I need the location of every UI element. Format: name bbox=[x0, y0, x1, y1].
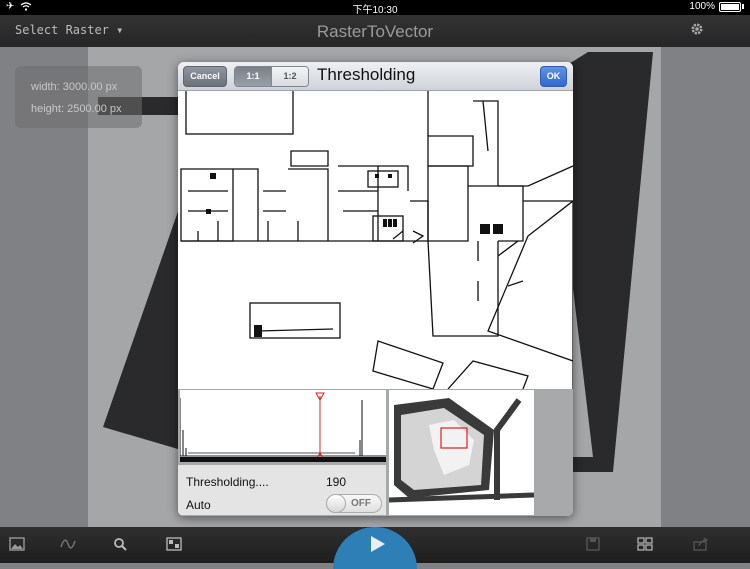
wave-icon[interactable] bbox=[60, 537, 76, 551]
raster-width: width: 3000.00 px bbox=[31, 81, 118, 93]
floorplan-preview[interactable] bbox=[178, 88, 573, 390]
play-icon bbox=[371, 536, 385, 552]
threshold-value: 190 bbox=[326, 475, 347, 489]
nav-bar: Select Raster ▾ RasterToVector bbox=[0, 15, 750, 47]
scale-segmented-control: 1:1 1:2 bbox=[234, 66, 309, 87]
dialog-header: Cancel 1:1 1:2 Thresholding OK bbox=[178, 62, 573, 91]
status-time: 下午10:30 bbox=[352, 5, 398, 16]
gear-icon[interactable] bbox=[690, 22, 704, 41]
histogram-chart bbox=[179, 392, 386, 462]
threshold-label: Thresholding.... bbox=[186, 475, 269, 489]
grid-icon[interactable] bbox=[637, 537, 653, 551]
image-icon[interactable] bbox=[9, 537, 25, 551]
threshold-controls: Thresholding.... 190 Auto OFF bbox=[178, 389, 573, 516]
toggle-knob bbox=[326, 494, 346, 513]
threshold-settings: Thresholding.... 190 Auto OFF bbox=[178, 465, 386, 515]
toggle-state: OFF bbox=[351, 498, 371, 509]
scale-option-1-1[interactable]: 1:1 bbox=[235, 67, 271, 86]
battery-percent: 100% bbox=[689, 1, 715, 12]
dialog-title: Thresholding bbox=[317, 65, 416, 84]
histogram[interactable] bbox=[179, 390, 386, 462]
thresholding-dialog: Cancel 1:1 1:2 Thresholding OK Threshold… bbox=[178, 62, 573, 516]
auto-label: Auto bbox=[186, 498, 211, 512]
scale-option-1-2[interactable]: 1:2 bbox=[271, 67, 308, 86]
ok-button[interactable]: OK bbox=[540, 66, 567, 87]
raster-info-box: width: 3000.00 px height: 2500.00 px bbox=[15, 66, 142, 128]
raster-height: height: 2500.00 px bbox=[31, 103, 122, 115]
share-icon[interactable] bbox=[693, 537, 709, 551]
save-icon[interactable] bbox=[585, 537, 601, 551]
overview-minimap[interactable] bbox=[388, 390, 535, 515]
app-title: RasterToVector bbox=[316, 22, 434, 41]
battery-icon bbox=[719, 1, 741, 12]
auto-toggle[interactable]: OFF bbox=[326, 494, 382, 513]
status-bar: ✈ 下午10:30 100% bbox=[0, 0, 750, 16]
cancel-button[interactable]: Cancel bbox=[183, 66, 227, 87]
minimap-image bbox=[388, 390, 535, 515]
layers-icon[interactable] bbox=[166, 537, 182, 551]
search-icon[interactable] bbox=[113, 537, 129, 551]
floorplan-image bbox=[180, 88, 573, 390]
